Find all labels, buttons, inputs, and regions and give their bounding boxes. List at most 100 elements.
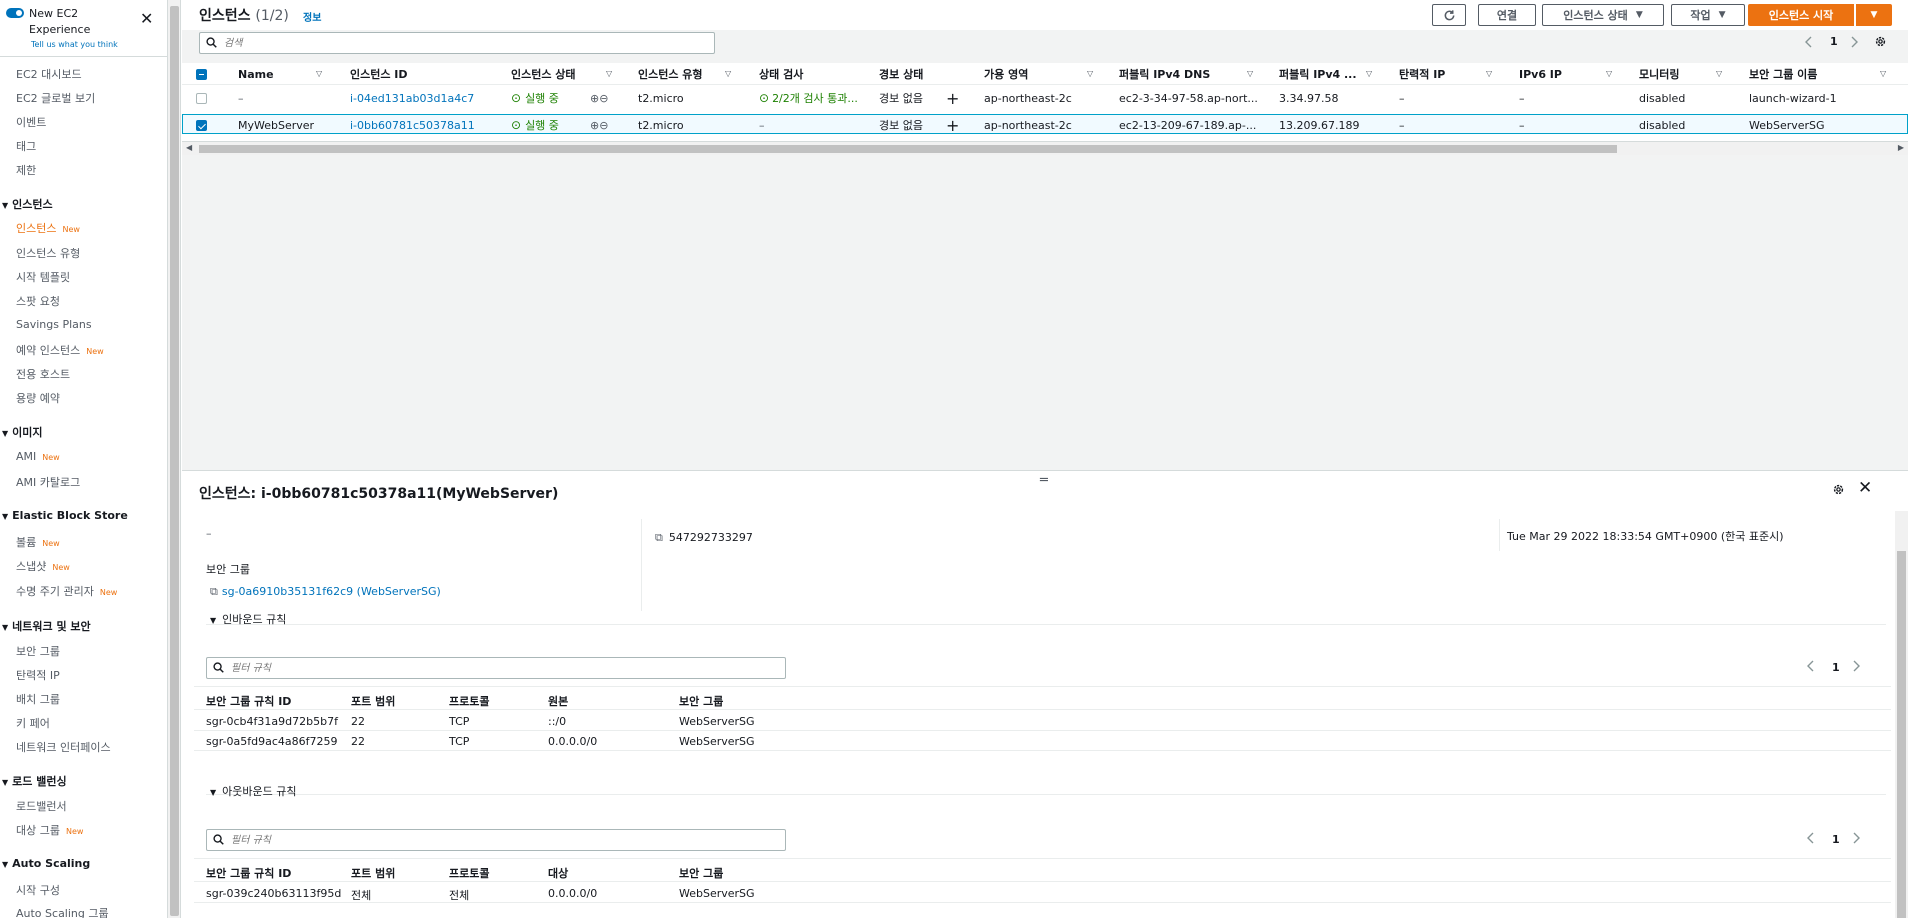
scroll-right-icon[interactable]: ▶ <box>1898 143 1904 152</box>
sidebar-section-images[interactable]: 이미지 <box>2 424 42 440</box>
sidebar-item-dashboard[interactable]: EC2 대시보드 <box>16 66 82 82</box>
sidebar-item-events[interactable]: 이벤트 <box>16 114 46 130</box>
col-status-check[interactable]: 상태 검사 <box>759 63 849 85</box>
col-instance-state[interactable]: 인스턴스 상태 <box>511 63 601 85</box>
row-checkbox[interactable] <box>196 115 207 135</box>
sidebar-item-instance-types[interactable]: 인스턴스 유형 <box>16 245 80 261</box>
page-number[interactable]: 1 <box>1830 35 1838 48</box>
next-page-icon[interactable] <box>1852 832 1861 847</box>
col-availability-zone[interactable]: 가용 영역 <box>984 63 1074 85</box>
search-input[interactable] <box>224 35 704 51</box>
cell-instance-id-link[interactable]: i-0bb60781c50378a11 <box>350 115 475 135</box>
outbound-page-number[interactable]: 1 <box>1832 833 1840 846</box>
launch-dropdown-button[interactable]: ▼ <box>1856 4 1892 26</box>
sort-icon[interactable]: ▽ <box>606 69 612 78</box>
inbound-rules-section-toggle[interactable]: 인바운드 규칙 <box>210 611 286 627</box>
table-row[interactable]: – i-04ed131ab03d1a4c7 ⊙ 실행 중 ⊕ ⊖ t2.micro … <box>182 88 1908 108</box>
sidebar-item-ami[interactable]: AMI New <box>16 450 60 463</box>
sort-icon[interactable]: ▽ <box>1606 69 1612 78</box>
details-vertical-scrollbar[interactable] <box>1895 511 1908 918</box>
sidebar-item-launch-configurations[interactable]: 시작 구성 <box>16 882 60 898</box>
panel-settings-gear-icon[interactable] <box>1832 483 1845 499</box>
launch-instances-button[interactable]: 인스턴스 시작 <box>1748 4 1854 26</box>
inbound-filter-input[interactable] <box>231 660 771 676</box>
close-icon[interactable]: ✕ <box>140 11 153 27</box>
sidebar-scrollbar[interactable] <box>168 0 181 918</box>
sidebar-item-instances[interactable]: 인스턴스 New <box>16 220 80 236</box>
col-instance-id[interactable]: 인스턴스 ID <box>350 63 460 85</box>
add-alarm-icon[interactable]: + <box>946 88 959 108</box>
outbound-rules-section-toggle[interactable]: 아웃바운드 규칙 <box>210 783 296 799</box>
sidebar-section-network-security[interactable]: 네트워크 및 보안 <box>2 618 91 634</box>
sort-icon[interactable]: ▽ <box>1366 69 1372 78</box>
sidebar-item-target-groups[interactable]: 대상 그룹 New <box>16 822 83 838</box>
sidebar-item-placement-groups[interactable]: 배치 그룹 <box>16 691 60 707</box>
col-monitoring[interactable]: 모니터링 <box>1639 63 1719 85</box>
sort-icon[interactable]: ▽ <box>1716 69 1722 78</box>
sidebar-section-instances[interactable]: 인스턴스 <box>2 196 52 212</box>
col-instance-type[interactable]: 인스턴스 유형 <box>638 63 728 85</box>
zoom-in-icon[interactable]: ⊕ <box>590 119 599 132</box>
sidebar-item-launch-templates[interactable]: 시작 템플릿 <box>16 269 70 285</box>
col-public-ipv4[interactable]: 퍼블릭 IPv4 ... <box>1279 63 1359 85</box>
cell-instance-id-link[interactable]: i-04ed131ab03d1a4c7 <box>350 88 474 108</box>
sort-icon[interactable]: ▽ <box>1087 69 1093 78</box>
refresh-button[interactable] <box>1432 4 1466 26</box>
select-all-checkbox[interactable] <box>196 63 208 85</box>
col-alarm-status[interactable]: 경보 상태 <box>879 63 969 85</box>
actions-dropdown[interactable]: 작업 ▼ <box>1671 4 1745 26</box>
zoom-out-icon[interactable]: ⊖ <box>599 92 608 105</box>
security-group-link[interactable]: ⧉ sg-0a6910b35131f62c9 (WebServerSG) <box>210 585 441 599</box>
scrollbar-thumb[interactable] <box>170 6 179 916</box>
zoom-in-icon[interactable]: ⊕ <box>590 92 599 105</box>
zoom-icons[interactable]: ⊕ ⊖ <box>590 88 608 108</box>
next-page-icon[interactable] <box>1850 36 1859 51</box>
next-page-icon[interactable] <box>1852 660 1861 675</box>
table-horizontal-scrollbar[interactable]: ◀ ▶ <box>182 141 1908 155</box>
sidebar-item-global-view[interactable]: EC2 글로벌 보기 <box>16 90 95 106</box>
scrollbar-thumb[interactable] <box>1897 551 1906 918</box>
feedback-link[interactable]: Tell us what you think <box>31 40 118 49</box>
sidebar-item-savings-plans[interactable]: Savings Plans <box>16 318 92 331</box>
sidebar-item-network-interfaces[interactable]: 네트워크 인터페이스 <box>16 739 111 755</box>
sidebar-item-spot-requests[interactable]: 스팟 요청 <box>16 293 60 309</box>
sort-icon[interactable]: ▽ <box>1880 69 1886 78</box>
col-public-dns[interactable]: 퍼블릭 IPv4 DNS <box>1119 63 1229 85</box>
sort-icon[interactable]: ▽ <box>1247 69 1253 78</box>
sidebar-item-dedicated-hosts[interactable]: 전용 호스트 <box>16 366 70 382</box>
sidebar-item-snapshots[interactable]: 스냅샷 New <box>16 558 70 574</box>
sort-icon[interactable]: ▽ <box>1486 69 1492 78</box>
table-row-selected[interactable]: MyWebServer i-0bb60781c50378a11 ⊙ 실행 중 ⊕ ⊖… <box>182 114 1908 135</box>
zoom-icons[interactable]: ⊕ ⊖ <box>590 115 608 135</box>
info-link[interactable]: 정보 <box>303 9 321 24</box>
prev-page-icon[interactable] <box>1804 36 1813 51</box>
copy-icon[interactable]: ⧉ <box>210 585 218 598</box>
sidebar-section-load-balancing[interactable]: 로드 밸런싱 <box>2 773 66 789</box>
outbound-filter-input[interactable] <box>231 832 771 848</box>
scroll-left-icon[interactable]: ◀ <box>186 143 192 152</box>
copy-icon[interactable]: ⧉ <box>655 531 663 544</box>
sidebar-item-capacity-reservations[interactable]: 용량 예약 <box>16 390 60 406</box>
sidebar-item-load-balancers[interactable]: 로드밸런서 <box>16 798 67 814</box>
sidebar-section-ebs[interactable]: Elastic Block Store <box>2 509 128 522</box>
sidebar-item-key-pairs[interactable]: 키 페어 <box>16 715 50 731</box>
sort-icon[interactable]: ▽ <box>316 69 322 78</box>
instance-state-dropdown[interactable]: 인스턴스 상태 ▼ <box>1542 4 1664 26</box>
sort-icon[interactable]: ▽ <box>725 69 731 78</box>
sidebar-item-reserved-instances[interactable]: 예약 인스턴스 New <box>16 342 104 358</box>
prev-page-icon[interactable] <box>1806 660 1815 675</box>
resize-handle-icon[interactable]: ═ <box>1040 473 1048 488</box>
sidebar-item-security-groups[interactable]: 보안 그룹 <box>16 643 60 659</box>
sidebar-item-lifecycle-manager[interactable]: 수명 주기 관리자 New <box>16 583 117 599</box>
sidebar-item-volumes[interactable]: 볼륨 New <box>16 534 60 550</box>
sidebar-item-tags[interactable]: 태그 <box>16 138 36 154</box>
col-name[interactable]: Name <box>238 63 318 85</box>
connect-button[interactable]: 연결 <box>1478 4 1536 26</box>
col-elastic-ip[interactable]: 탄력적 IP <box>1399 63 1479 85</box>
sidebar-section-auto-scaling[interactable]: Auto Scaling <box>2 857 90 870</box>
inbound-page-number[interactable]: 1 <box>1832 661 1840 674</box>
col-security-group-name[interactable]: 보안 그룹 이름 <box>1749 63 1849 85</box>
row-checkbox[interactable] <box>196 88 207 108</box>
close-panel-icon[interactable]: ✕ <box>1858 478 1872 498</box>
scrollbar-thumb[interactable] <box>199 145 1617 153</box>
